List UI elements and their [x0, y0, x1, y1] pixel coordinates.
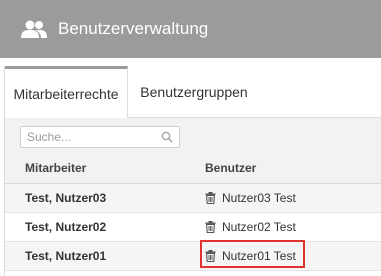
- users-icon: [21, 20, 47, 38]
- table-row[interactable]: Test, Nutzer01 Nutzer01 Test: [5, 240, 381, 271]
- trash-icon[interactable]: [205, 192, 216, 204]
- trash-icon[interactable]: [205, 221, 216, 233]
- column-header-benutzer: Benutzer: [205, 161, 257, 175]
- employee-name: Test, Nutzer03: [25, 191, 107, 205]
- tab-benutzergruppen[interactable]: Benutzergruppen: [129, 66, 259, 118]
- column-header-mitarbeiter: Mitarbeiter: [25, 161, 87, 175]
- rights-panel: Mitarbeiterrechte Benutzergruppen Mitarb…: [4, 66, 381, 276]
- tab-mitarbeiterrechte[interactable]: Mitarbeiterrechte: [5, 66, 128, 119]
- user-name[interactable]: Nutzer01 Test: [222, 249, 296, 263]
- table-row[interactable]: Test, Nutzer02 Nutzer02 Test: [5, 213, 381, 242]
- user-cell: Nutzer01 Test: [205, 242, 296, 270]
- user-cell: Nutzer02 Test: [205, 213, 296, 241]
- user-cell: Nutzer03 Test: [205, 184, 296, 212]
- employee-name: Test, Nutzer01: [25, 249, 107, 263]
- search-box: [20, 126, 180, 148]
- trash-icon[interactable]: [205, 250, 216, 262]
- search-input[interactable]: [21, 127, 163, 147]
- app-header: Benutzerverwaltung: [0, 0, 381, 58]
- tab-bar: Mitarbeiterrechte Benutzergruppen: [5, 66, 381, 119]
- user-name[interactable]: Nutzer02 Test: [222, 220, 296, 234]
- page-title: Benutzerverwaltung: [58, 19, 209, 38]
- table-body: Test, Nutzer03 Nutzer03 Test Test, Nutze…: [5, 184, 381, 271]
- table-row[interactable]: Test, Nutzer03 Nutzer03 Test: [5, 184, 381, 213]
- search-icon[interactable]: [161, 131, 173, 143]
- tab-label: Benutzergruppen: [140, 84, 248, 100]
- user-name[interactable]: Nutzer03 Test: [222, 191, 296, 205]
- table-header: Mitarbeiter Benutzer: [5, 153, 381, 184]
- rights-table: Mitarbeiter Benutzer Test, Nutzer03 Nutz…: [5, 153, 381, 271]
- filter-toolbar: [5, 118, 381, 153]
- tab-label: Mitarbeiterrechte: [13, 86, 119, 102]
- employee-name: Test, Nutzer02: [25, 220, 107, 234]
